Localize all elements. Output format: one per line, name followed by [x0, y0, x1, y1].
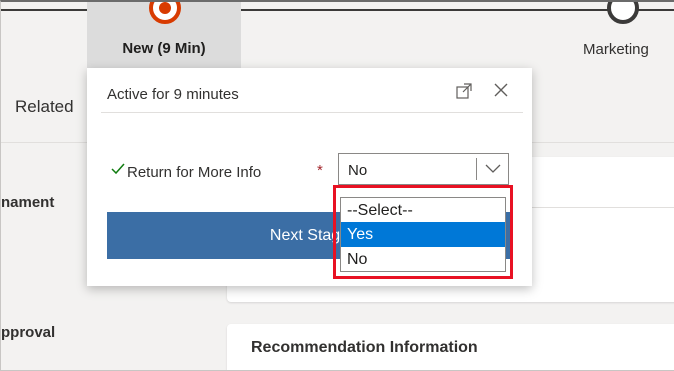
chevron-down-icon[interactable]: [481, 157, 505, 181]
checkmark-icon: [111, 162, 125, 179]
annotation-highlight-box: [333, 185, 513, 279]
flyout-title: Active for 9 minutes: [107, 86, 239, 103]
return-for-more-info-label: Return for More Info: [127, 164, 262, 181]
stage-connector-right: [171, 9, 674, 11]
expand-icon[interactable]: [453, 82, 475, 104]
select-current-value: No: [348, 162, 368, 179]
flyout-divider: [101, 112, 523, 113]
tab-related[interactable]: Related: [15, 97, 74, 117]
next-stage-indicator-icon[interactable]: [607, 2, 639, 24]
section-label-nament: nament: [1, 194, 55, 211]
select-separator: [476, 158, 477, 180]
app-frame: New (9 Min) Marketing Related nament ppr…: [0, 0, 674, 371]
recommendation-card-title: Recommendation Information: [251, 339, 478, 356]
required-indicator: *: [317, 162, 323, 179]
section-label-approval: pproval: [1, 324, 56, 341]
business-process-bar: New (9 Min) Marketing: [1, 2, 674, 68]
return-for-more-info-select[interactable]: No: [338, 153, 509, 185]
active-stage-label[interactable]: New (9 Min): [87, 40, 241, 57]
close-icon[interactable]: [489, 80, 513, 104]
next-stage-label[interactable]: Marketing: [583, 41, 674, 58]
